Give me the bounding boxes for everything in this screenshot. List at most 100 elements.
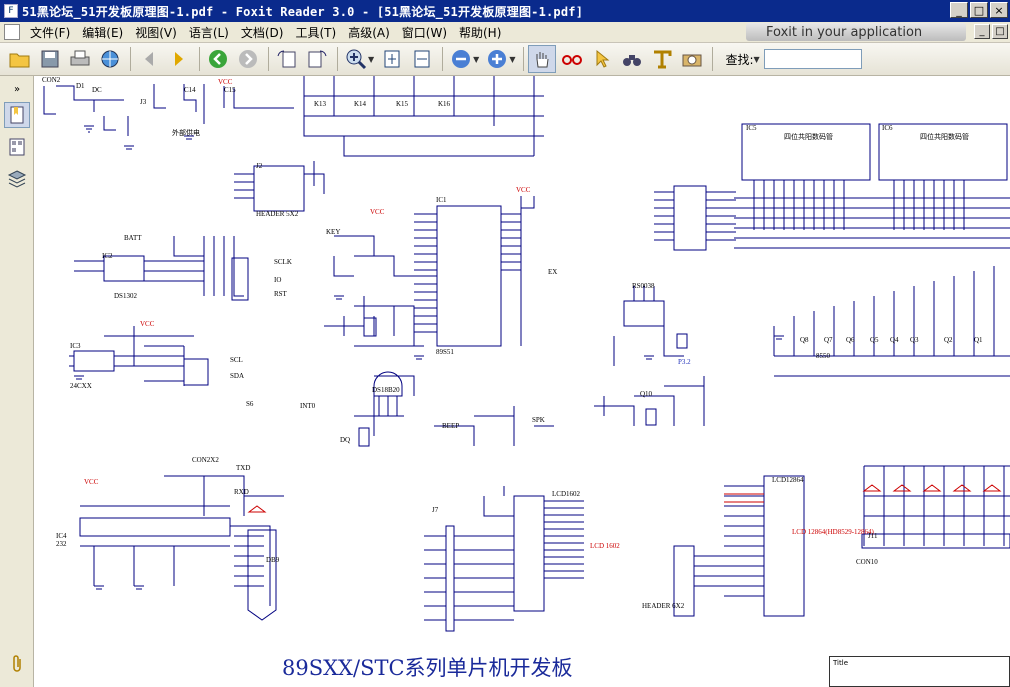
menu-help[interactable]: 帮助(H) (453, 24, 507, 41)
document-canvas[interactable]: CON2 D1 DC J3 VCC C15 C14 外部供电 K13 K14 K… (34, 76, 1010, 687)
window-title: 51黑论坛_51开发板原理图-1.pdf - Foxit Reader 3.0 … (22, 4, 584, 19)
fit-page-icon[interactable] (378, 45, 406, 73)
back-icon[interactable] (204, 45, 232, 73)
label-c14: C14 (184, 86, 196, 94)
snapshot-icon[interactable] (678, 45, 706, 73)
toolbar-separator (712, 47, 714, 71)
schematic-drawing (43, 76, 1010, 632)
menu-window[interactable]: 窗口(W) (396, 24, 453, 41)
label-key: KEY (326, 228, 341, 236)
zoom-out-icon[interactable] (447, 45, 475, 73)
rotate-left-icon[interactable] (273, 45, 301, 73)
find-dropdown-icon[interactable]: ▼ (754, 55, 760, 64)
zoom-plus-icon[interactable] (483, 45, 511, 73)
document-icon[interactable] (4, 24, 20, 40)
label-ic1: IC1 (436, 196, 447, 204)
menu-document[interactable]: 文档(D) (235, 24, 290, 41)
label-beep: BEEP (442, 422, 460, 430)
bookmarks-icon[interactable] (4, 102, 30, 128)
menu-tools[interactable]: 工具(T) (289, 24, 342, 41)
print-icon[interactable] (66, 45, 94, 73)
rotate-right-icon[interactable] (303, 45, 331, 73)
open-folder-icon[interactable] (6, 45, 34, 73)
zoom-in-icon[interactable] (342, 45, 370, 73)
fit-width-icon[interactable] (408, 45, 436, 73)
toolbar-separator (523, 47, 525, 71)
board-title: 89SXX/STC系列单片机开发板 (282, 656, 573, 680)
label-vcc-key: VCC (370, 208, 385, 216)
label-j3: J3 (140, 98, 147, 106)
minimize-button[interactable]: _ (950, 2, 968, 18)
label-rs0038: RS0038 (632, 282, 655, 290)
menu-language[interactable]: 语言(L) (183, 24, 235, 41)
next-page-icon[interactable] (165, 45, 193, 73)
label-24cxx: 24CXX (70, 382, 92, 390)
menu-edit[interactable]: 编辑(E) (76, 24, 129, 41)
label-ext-power: 外部供电 (172, 129, 200, 137)
label-io: IO (274, 276, 282, 284)
label-vcc-ic1: VCC (516, 186, 531, 194)
zoom-plus-dropdown-icon[interactable]: ▼ (509, 55, 515, 64)
menu-file[interactable]: 文件(F) (24, 24, 76, 41)
label-q4: Q4 (890, 336, 899, 344)
zoom-dropdown-icon[interactable]: ▼ (368, 55, 374, 64)
foxit-app-icon: F (4, 4, 18, 18)
attachment-icon[interactable] (4, 651, 30, 677)
label-sda: SDA (230, 372, 245, 380)
label-q5: Q5 (870, 336, 879, 344)
label-q1: Q1 (974, 336, 983, 344)
label-lcd12864-full: LCD 12864(HD8529-12864) (792, 528, 874, 536)
label-89s51: 89S51 (436, 348, 454, 356)
previous-page-icon[interactable] (135, 45, 163, 73)
document-window-controls: _ □ (974, 24, 1008, 39)
save-icon[interactable] (36, 45, 64, 73)
toolbar-separator (130, 47, 131, 71)
label-lcd1602b: LCD 1602 (590, 542, 620, 550)
label-header: HEADER 5X2 (256, 210, 299, 218)
maximize-button[interactable]: □ (970, 2, 988, 18)
glasses-icon[interactable] (558, 45, 586, 73)
label-j2: J2 (256, 162, 263, 170)
find-input[interactable] (763, 49, 862, 69)
foxit-banner[interactable]: Foxit in your application (746, 23, 966, 41)
label-header8: HEADER 6X2 (642, 602, 685, 610)
thumbnails-icon[interactable] (4, 134, 30, 160)
label-ds1302: DS1302 (114, 292, 137, 300)
zoom-out-dropdown-icon[interactable]: ▼ (473, 55, 479, 64)
label-q2: Q2 (944, 336, 953, 344)
label-lcd1602: LCD1602 (552, 490, 580, 498)
label-ic5: IC5 (746, 124, 757, 132)
menu-advanced[interactable]: 高级(A) (342, 24, 396, 41)
label-j7: J7 (432, 506, 439, 514)
label-sclk: SCLK (274, 258, 292, 266)
toolbar-separator (337, 47, 338, 71)
label-vcc-top: VCC (218, 78, 233, 86)
title-block: Title (829, 656, 1010, 687)
binoculars-icon[interactable] (618, 45, 646, 73)
label-k14: K14 (354, 100, 367, 108)
label-k15: K15 (396, 100, 409, 108)
layers-icon[interactable] (4, 166, 30, 192)
label-8550: 8550 (816, 352, 830, 360)
label-q6: Q6 (846, 336, 855, 344)
doc-minimize-button[interactable]: _ (974, 24, 990, 39)
label-db9: DB9 (266, 556, 280, 564)
doc-restore-button[interactable]: □ (992, 24, 1008, 39)
label-ic4: IC4 (56, 532, 67, 540)
select-arrow-icon[interactable] (588, 45, 616, 73)
text-tool-icon[interactable] (648, 45, 676, 73)
label-ex: EX (548, 268, 558, 276)
forward-icon[interactable] (234, 45, 262, 73)
label-q10: Q10 (640, 390, 653, 398)
web-icon[interactable] (96, 45, 124, 73)
label-q3: Q3 (910, 336, 919, 344)
hand-tool-icon[interactable] (528, 45, 557, 73)
label-int0: INT0 (300, 402, 316, 410)
label-232: 232 (56, 540, 67, 548)
close-button[interactable]: × (990, 2, 1008, 18)
menu-view[interactable]: 视图(V) (129, 24, 183, 41)
label-q7: Q7 (824, 336, 833, 344)
label-s6: S6 (246, 400, 254, 408)
collapse-icon[interactable]: » (4, 82, 30, 96)
label-spk: SPK (532, 416, 545, 424)
